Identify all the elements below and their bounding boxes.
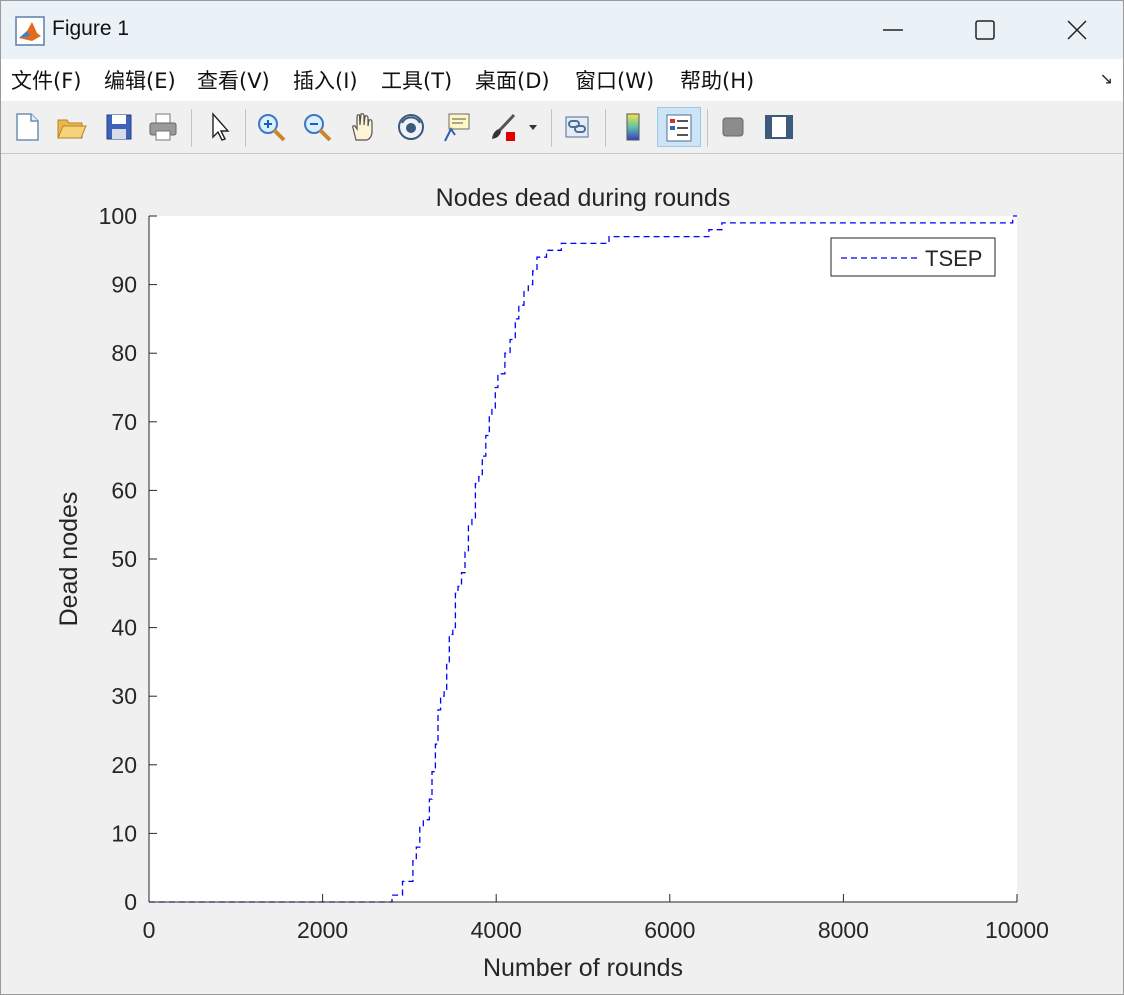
colorbar-icon — [626, 113, 640, 141]
x-tick-label: 2000 — [297, 917, 348, 943]
menu-file[interactable]: 文件(F) — [11, 65, 81, 95]
menu-tools[interactable]: 工具(T) — [381, 65, 452, 95]
show-plot-tools-button[interactable] — [759, 107, 799, 147]
menu-bar: 文件(F) 编辑(E) 查看(V) 插入(I) 工具(T) 桌面(D) 窗口(W… — [1, 59, 1123, 101]
colorbar-button[interactable] — [613, 107, 653, 147]
maximize-icon — [975, 20, 995, 40]
print-button[interactable] — [143, 107, 183, 147]
link-plot-icon — [565, 116, 589, 138]
y-tick-label: 80 — [111, 340, 137, 366]
brush-button[interactable] — [483, 107, 523, 147]
figure-canvas: Nodes dead during rounds 0 2000 4000 6000 80… — [55, 184, 1049, 982]
zoom-out-button[interactable] — [297, 107, 337, 147]
maximize-button[interactable] — [939, 1, 1031, 59]
brush-icon — [492, 113, 516, 141]
zoom-out-icon — [304, 114, 332, 142]
close-button[interactable] — [1031, 1, 1123, 59]
pointer-button[interactable] — [199, 107, 239, 147]
y-tick-label: 40 — [111, 615, 137, 641]
menu-edit[interactable]: 编辑(E) — [104, 65, 176, 95]
pointer-icon — [212, 112, 230, 141]
new-figure-icon — [16, 113, 39, 141]
toolbar-separator — [191, 109, 192, 147]
hide-plot-tools-button[interactable] — [713, 107, 753, 147]
hide-plot-tools-icon — [722, 117, 744, 137]
toolbar-separator — [707, 109, 708, 147]
brush-dropdown-button[interactable] — [523, 107, 545, 147]
rotate-3d-button[interactable] — [391, 107, 431, 147]
toolbar-separator — [605, 109, 606, 147]
data-cursor-icon — [444, 113, 470, 142]
y-tick-label: 30 — [111, 683, 137, 709]
menu-desktop[interactable]: 桌面(D) — [475, 65, 550, 95]
legend-entry-tsep: TSEP — [925, 246, 982, 271]
save-icon — [106, 114, 132, 140]
rotate-3d-icon — [398, 114, 424, 140]
minimize-button[interactable] — [847, 1, 939, 59]
legend[interactable]: TSEP — [830, 237, 996, 277]
toolbar-separator — [245, 109, 246, 147]
data-cursor-button[interactable] — [437, 107, 477, 147]
new-figure-button[interactable] — [7, 107, 47, 147]
x-tick-label: 10000 — [985, 917, 1049, 943]
y-tick-label: 70 — [111, 409, 137, 435]
x-tick-label: 0 — [143, 917, 156, 943]
y-tick-label: 50 — [111, 546, 137, 572]
link-plot-button[interactable] — [557, 107, 597, 147]
matlab-logo-icon — [15, 16, 45, 46]
show-plot-tools-icon — [765, 115, 793, 139]
y-axis-label: Dead nodes — [55, 492, 83, 627]
plot-area — [149, 216, 1017, 902]
x-tick-label: 8000 — [818, 917, 869, 943]
y-tick-label: 0 — [124, 889, 137, 915]
menu-insert[interactable]: 插入(I) — [293, 65, 358, 95]
print-icon — [149, 113, 177, 141]
open-file-icon — [57, 119, 87, 139]
y-tick-label: 10 — [111, 820, 137, 846]
x-axis-label: Number of rounds — [483, 954, 683, 982]
y-tick-label: 60 — [111, 477, 137, 503]
x-tick-label: 4000 — [471, 917, 522, 943]
pan-hand-icon — [352, 113, 373, 141]
zoom-in-icon — [258, 114, 286, 142]
chart-title: Nodes dead during rounds — [436, 184, 731, 212]
menu-help[interactable]: 帮助(H) — [680, 65, 754, 95]
figure-toolbar — [1, 101, 1123, 154]
zoom-in-button[interactable] — [251, 107, 291, 147]
toolbar-separator — [551, 109, 552, 147]
menu-window[interactable]: 窗口(W) — [575, 65, 654, 95]
pan-button[interactable] — [343, 107, 383, 147]
y-tick-label: 20 — [111, 752, 137, 778]
dock-arrow-icon[interactable]: ↘ — [1100, 69, 1113, 88]
minimize-icon — [883, 29, 903, 31]
legend-button[interactable] — [657, 107, 701, 147]
brush-dropdown-icon — [529, 125, 537, 130]
y-tick-label: 90 — [111, 272, 137, 298]
open-file-button[interactable] — [51, 107, 91, 147]
title-bar: Figure 1 — [1, 1, 1123, 59]
legend-icon — [666, 114, 692, 142]
menu-view[interactable]: 查看(V) — [197, 65, 270, 95]
save-button[interactable] — [99, 107, 139, 147]
y-tick-label: 100 — [99, 203, 137, 229]
close-icon — [1067, 20, 1087, 40]
window-title: Figure 1 — [52, 17, 130, 40]
figure-window: Figure 1 文件(F) 编辑(E) 查看(V) 插入(I) 工具(T) 桌… — [0, 0, 1124, 995]
x-tick-label: 6000 — [644, 917, 695, 943]
